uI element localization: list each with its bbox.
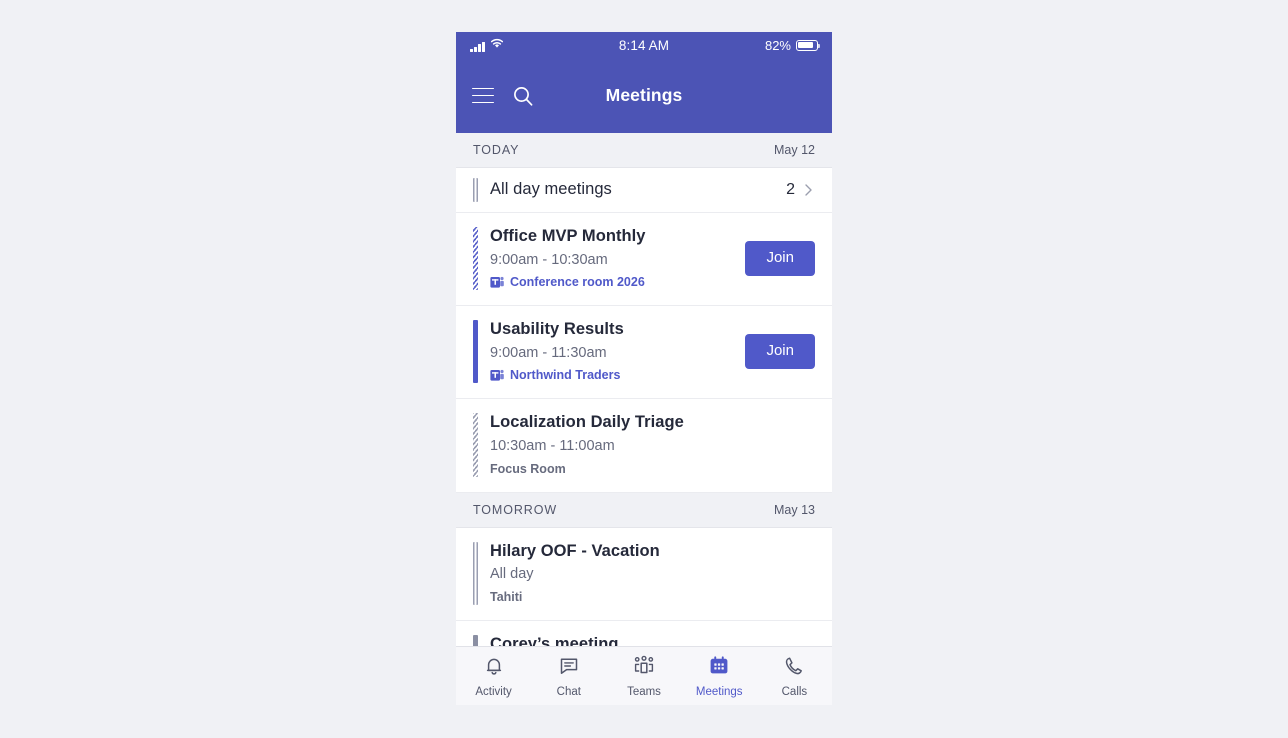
- join-button[interactable]: Join: [745, 334, 815, 370]
- wifi-icon: [490, 37, 504, 52]
- all-day-meetings-row[interactable]: All day meetings 2: [456, 168, 832, 213]
- section-date: May 13: [774, 502, 815, 517]
- teams-meeting-icon: [490, 276, 505, 289]
- event-location-label: Northwind Traders: [510, 368, 621, 383]
- event-location-label: Tahiti: [490, 589, 523, 604]
- section-header: TODAY May 12: [456, 133, 832, 168]
- event-location[interactable]: Conference room 2026: [490, 275, 735, 290]
- event-time: 9:00am - 10:30am: [490, 251, 608, 268]
- event-title: Usability Results: [490, 320, 624, 339]
- teams-meeting-icon: [490, 369, 505, 382]
- tab-calls[interactable]: Calls: [757, 655, 832, 698]
- bottom-tab-bar[interactable]: Activity Chat Teams Meetings Calls: [456, 646, 832, 705]
- event-status-bar: [473, 320, 478, 384]
- chevron-right-icon[interactable]: [802, 182, 815, 198]
- hamburger-menu-icon[interactable]: [472, 87, 494, 104]
- event-location-label: Conference room 2026: [510, 275, 645, 290]
- section-header: TOMORROW May 13: [456, 492, 832, 528]
- meeting-details: Office MVP Monthly 9:00am - 10:30am Confer…: [490, 227, 735, 290]
- event-location-label: Focus Room: [490, 461, 566, 476]
- battery-percent-label: 82%: [764, 37, 791, 53]
- status-bar-right: 82%: [764, 37, 821, 53]
- event-title: Corey’s meeting: [490, 634, 619, 646]
- event-location[interactable]: Northwind Traders: [490, 368, 735, 383]
- phone-screen: 8:14 AM 82% Meetings TODAY May 12 All day …: [456, 32, 832, 705]
- event-time: All day: [490, 566, 534, 583]
- event-location: Focus Room: [490, 462, 815, 477]
- section-date: May 12: [774, 143, 815, 157]
- status-bar-left: [470, 37, 504, 52]
- meeting-row[interactable]: Usability Results 9:00am - 11:30am Northwi…: [456, 306, 832, 400]
- all-day-meetings-count: 2: [786, 181, 795, 198]
- tab-label: Meetings: [695, 685, 743, 698]
- search-icon[interactable]: [512, 85, 534, 107]
- event-title: Hilary OOF - Vacation: [490, 541, 660, 560]
- people-icon: [632, 655, 656, 682]
- calendar-icon: [708, 655, 730, 682]
- section-label: TOMORROW: [473, 502, 558, 517]
- event-actions: Join: [745, 227, 815, 290]
- tab-label: Activity: [475, 685, 512, 698]
- meeting-row[interactable]: Corey’s meeting11:30am - 12:30pm: [456, 620, 832, 646]
- tab-label: Calls: [781, 685, 808, 698]
- cellular-signal-icon: [470, 41, 485, 52]
- all-day-meetings-main: All day meetings: [490, 180, 776, 200]
- event-location: Tahiti: [490, 590, 815, 605]
- tab-teams[interactable]: Teams: [606, 655, 681, 698]
- tab-meetings[interactable]: Meetings: [682, 655, 757, 698]
- section-label: TODAY: [473, 143, 520, 157]
- chat-icon: [558, 655, 580, 682]
- all-day-meetings-right: 2: [786, 181, 815, 199]
- battery-icon: [796, 39, 821, 51]
- event-status-bar: [473, 227, 478, 291]
- meetings-list[interactable]: TODAY May 12 All day meetings 2 Office MVP M…: [456, 133, 832, 646]
- meeting-row[interactable]: Localization Daily Triage 10:30am - 11:00…: [456, 399, 832, 493]
- tab-label: Chat: [556, 685, 581, 698]
- tab-chat[interactable]: Chat: [531, 655, 606, 698]
- phone-icon: [783, 655, 805, 682]
- event-status-bar: [473, 634, 478, 646]
- event-actions: Join: [745, 320, 815, 383]
- app-header: Meetings: [456, 58, 832, 133]
- event-time: 9:00am - 11:30am: [490, 344, 607, 361]
- meeting-row[interactable]: Hilary OOF - Vacation All day Tahiti: [456, 527, 832, 621]
- bell-icon: [483, 655, 505, 682]
- event-status-bar: [473, 178, 478, 202]
- event-time: 10:30am - 11:00am: [490, 438, 615, 455]
- event-status-bar: [473, 541, 478, 605]
- event-status-bar: [473, 413, 478, 477]
- meeting-details: Hilary OOF - Vacation All day Tahiti: [490, 542, 815, 605]
- status-bar: 8:14 AM 82%: [456, 32, 832, 58]
- event-title: Localization Daily Triage: [490, 413, 684, 432]
- meeting-details: Usability Results 9:00am - 11:30am Northwi…: [490, 320, 735, 383]
- meeting-row[interactable]: Office MVP Monthly 9:00am - 10:30am Confer…: [456, 213, 832, 307]
- all-day-meetings-label: All day meetings: [490, 180, 612, 199]
- event-title: Office MVP Monthly: [490, 227, 646, 245]
- meeting-details: Localization Daily Triage 10:30am - 11:00…: [490, 413, 815, 476]
- tab-label: Teams: [627, 685, 661, 698]
- join-button[interactable]: Join: [745, 241, 815, 276]
- meeting-details: Corey’s meeting11:30am - 12:30pm: [490, 635, 815, 646]
- tab-activity[interactable]: Activity: [456, 655, 531, 698]
